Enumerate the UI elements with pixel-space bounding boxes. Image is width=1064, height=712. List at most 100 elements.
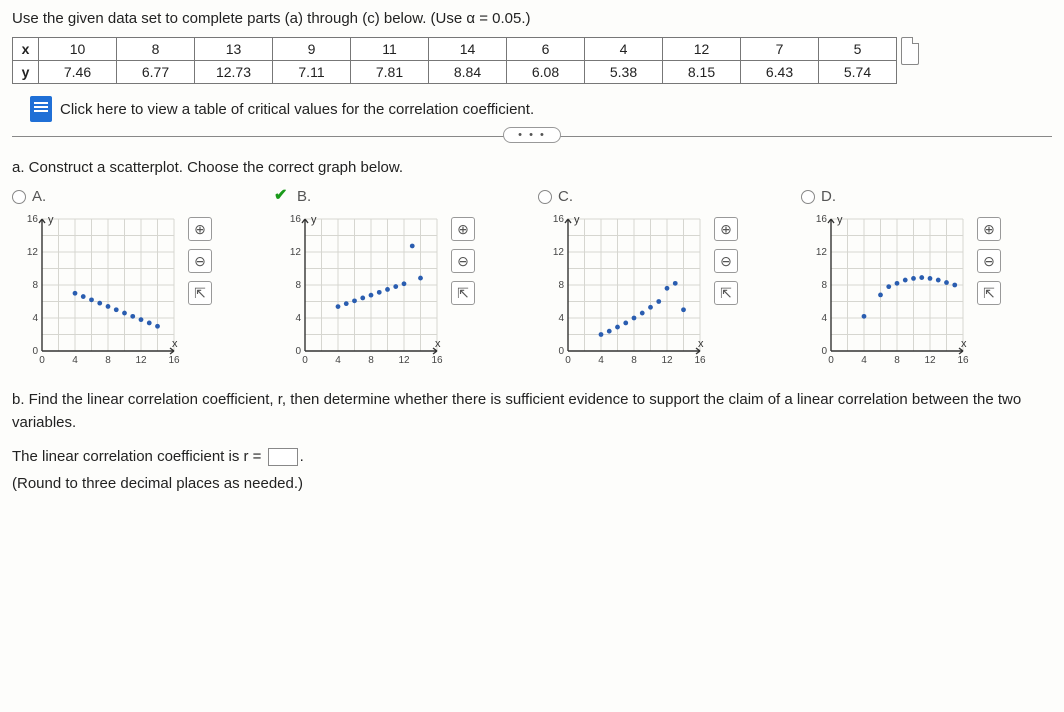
svg-text:8: 8 (32, 280, 38, 291)
scatterplot-b: 04812160481216yx (275, 211, 445, 371)
choice-a: A. 04812160481216yx ⊕ ⊖ ⇱ (12, 188, 263, 371)
radio-d[interactable] (801, 190, 815, 204)
svg-text:8: 8 (558, 280, 564, 291)
answer-suffix: . (300, 448, 304, 465)
radio-c[interactable] (538, 190, 552, 204)
data-table: x 10 8 13 9 11 14 6 4 12 7 5 y 7.46 6.77… (12, 37, 897, 84)
part-b-answer-line: The linear correlation coefficient is r … (12, 446, 1052, 469)
table-row: x 10 8 13 9 11 14 6 4 12 7 5 (13, 38, 897, 61)
open-icon[interactable]: ⇱ (714, 281, 738, 305)
svg-text:x: x (435, 338, 441, 350)
cell: 5.38 (585, 61, 663, 84)
svg-text:y: y (311, 214, 317, 226)
row-header-x: x (13, 38, 39, 61)
cell: 6.43 (741, 61, 819, 84)
cell: 13 (195, 38, 273, 61)
open-icon[interactable]: ⇱ (188, 281, 212, 305)
svg-text:16: 16 (27, 214, 39, 225)
cell: 8.15 (663, 61, 741, 84)
scatterplot-d: 04812160481216yx (801, 211, 971, 371)
svg-text:12: 12 (661, 355, 673, 366)
link-text: Click here to view a table of critical v… (60, 101, 534, 118)
answer-prefix: The linear correlation coefficient is r … (12, 448, 266, 465)
svg-text:12: 12 (924, 355, 936, 366)
svg-text:12: 12 (27, 247, 39, 258)
cell: 5 (819, 38, 897, 61)
cell: 7 (741, 38, 819, 61)
svg-text:0: 0 (558, 346, 564, 357)
svg-text:x: x (961, 338, 967, 350)
part-a-question: a. Construct a scatterplot. Choose the c… (12, 159, 1052, 176)
scatterplot-a: 04812160481216yx (12, 211, 182, 371)
cell: 7.81 (351, 61, 429, 84)
expand-pill[interactable]: • • • (503, 127, 561, 143)
svg-text:4: 4 (861, 355, 867, 366)
part-b-round: (Round to three decimal places as needed… (12, 473, 1052, 496)
choice-c: C. 0 4 8 12 16 0 4 8 12 16 y x ⊕ ⊖ ⇱ (538, 188, 789, 371)
zoom-in-icon[interactable]: ⊕ (714, 217, 738, 241)
open-icon[interactable]: ⇱ (451, 281, 475, 305)
svg-text:4: 4 (72, 355, 78, 366)
cell: 4 (585, 38, 663, 61)
svg-text:0: 0 (821, 346, 827, 357)
cell: 8 (117, 38, 195, 61)
svg-text:0: 0 (828, 355, 834, 366)
choice-row: A. 0 4 8 12 16 0 4 8 12 16 y x ⊕ ⊖ ⇱ B. 0 4 8 12 16 0 4 8 1… (12, 188, 1052, 371)
svg-text:y: y (574, 214, 580, 226)
svg-text:8: 8 (105, 355, 111, 366)
svg-text:4: 4 (558, 313, 564, 324)
radio-a[interactable] (12, 190, 26, 204)
zoom-in-icon[interactable]: ⊕ (451, 217, 475, 241)
zoom-out-icon[interactable]: ⊖ (714, 249, 738, 273)
choice-label: D. (821, 188, 836, 205)
cell: 6.08 (507, 61, 585, 84)
svg-text:12: 12 (290, 247, 302, 258)
cell: 10 (39, 38, 117, 61)
svg-text:x: x (698, 338, 704, 350)
svg-text:16: 16 (816, 214, 828, 225)
cell: 7.11 (273, 61, 351, 84)
svg-text:x: x (172, 338, 178, 350)
cell: 14 (429, 38, 507, 61)
copy-icon[interactable] (901, 37, 919, 65)
zoom-out-icon[interactable]: ⊖ (451, 249, 475, 273)
table-row: y 7.46 6.77 12.73 7.11 7.81 8.84 6.08 5.… (13, 61, 897, 84)
zoom-in-icon[interactable]: ⊕ (977, 217, 1001, 241)
choice-label: B. (297, 188, 311, 205)
svg-text:4: 4 (821, 313, 827, 324)
svg-text:16: 16 (431, 355, 443, 366)
svg-text:0: 0 (39, 355, 45, 366)
svg-text:0: 0 (32, 346, 38, 357)
svg-text:8: 8 (894, 355, 900, 366)
zoom-in-icon[interactable]: ⊕ (188, 217, 212, 241)
cell: 12 (663, 38, 741, 61)
svg-text:0: 0 (302, 355, 308, 366)
svg-text:16: 16 (553, 214, 565, 225)
svg-text:16: 16 (168, 355, 180, 366)
cell: 6.77 (117, 61, 195, 84)
svg-text:4: 4 (598, 355, 604, 366)
cell: 7.46 (39, 61, 117, 84)
svg-text:8: 8 (295, 280, 301, 291)
choice-label: C. (558, 188, 573, 205)
checkmark-icon[interactable] (275, 189, 291, 205)
svg-text:16: 16 (694, 355, 706, 366)
choice-b: B. 04812160481216yx ⊕ ⊖ ⇱ (275, 188, 526, 371)
svg-text:y: y (48, 214, 54, 226)
svg-text:16: 16 (957, 355, 969, 366)
cell: 8.84 (429, 61, 507, 84)
svg-text:12: 12 (553, 247, 565, 258)
svg-text:4: 4 (32, 313, 38, 324)
svg-text:16: 16 (290, 214, 302, 225)
svg-text:0: 0 (565, 355, 571, 366)
svg-text:8: 8 (631, 355, 637, 366)
open-icon[interactable]: ⇱ (977, 281, 1001, 305)
r-input[interactable] (268, 448, 298, 466)
zoom-out-icon[interactable]: ⊖ (188, 249, 212, 273)
zoom-out-icon[interactable]: ⊖ (977, 249, 1001, 273)
cell: 11 (351, 38, 429, 61)
data-table-wrap: x 10 8 13 9 11 14 6 4 12 7 5 y 7.46 6.77… (12, 37, 1052, 84)
choice-label: A. (32, 188, 46, 205)
critical-values-link[interactable]: Click here to view a table of critical v… (30, 96, 1052, 122)
scatterplot-c: 0 4 8 12 16 0 4 8 12 16 y x (538, 211, 708, 371)
